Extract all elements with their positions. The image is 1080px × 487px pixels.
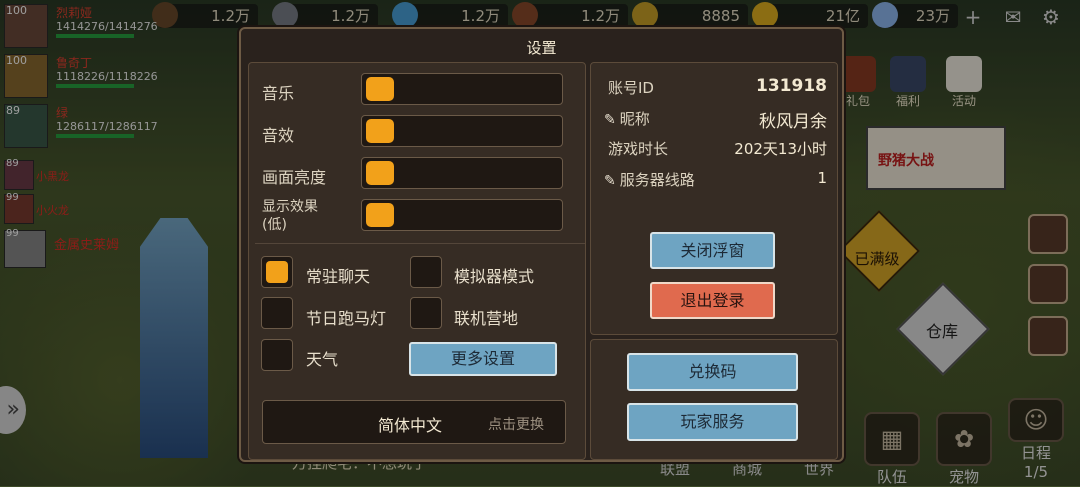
music-label: 音乐	[262, 84, 295, 103]
close-float-button[interactable]: 关闭浮窗	[650, 232, 775, 269]
emulator-mode-label: 模拟器模式	[454, 267, 535, 286]
slider-knob[interactable]	[366, 161, 394, 185]
playtime-value: 202天13小时	[734, 140, 827, 158]
language-change-hint: 点击更换	[488, 417, 544, 433]
persistent-chat-label: 常驻聊天	[306, 267, 371, 286]
dialog-title: 设置	[526, 39, 557, 57]
player-service-button[interactable]: 玩家服务	[627, 403, 798, 441]
slider-knob[interactable]	[366, 203, 394, 227]
slider-knob[interactable]	[366, 119, 394, 143]
redeem-code-button[interactable]: 兑换码	[627, 353, 798, 391]
more-settings-button[interactable]: 更多设置	[409, 342, 557, 376]
nickname-row[interactable]: ✎ 昵称	[604, 108, 650, 129]
sfx-slider[interactable]	[361, 115, 563, 147]
persistent-chat-checkbox[interactable]	[261, 256, 293, 288]
nickname-label: 昵称	[619, 110, 650, 128]
server-row[interactable]: ✎ 服务器线路	[604, 169, 695, 190]
display-effect-label: 显示效果 (低)	[262, 199, 318, 233]
logout-button[interactable]: 退出登录	[650, 282, 775, 319]
edit-pencil-icon[interactable]: ✎	[604, 112, 616, 128]
online-camp-checkbox[interactable]	[410, 297, 442, 329]
display-effect-slider[interactable]	[361, 199, 563, 231]
divider	[255, 243, 585, 244]
server-label: 服务器线路	[619, 171, 695, 189]
account-id-label: 账号ID	[608, 79, 654, 97]
brightness-label: 画面亮度	[262, 168, 327, 187]
festival-marquee-label: 节日跑马灯	[306, 309, 387, 328]
brightness-slider[interactable]	[361, 157, 563, 189]
sfx-label: 音效	[262, 126, 295, 145]
nickname-value: 秋风月余	[759, 112, 827, 132]
playtime-label: 游戏时长	[608, 140, 669, 158]
language-value: 简体中文	[378, 416, 443, 435]
weather-label: 天气	[306, 350, 339, 369]
slider-knob[interactable]	[366, 77, 394, 101]
account-id-value: 131918	[756, 76, 827, 96]
weather-checkbox[interactable]	[261, 339, 293, 371]
emulator-mode-checkbox[interactable]	[410, 256, 442, 288]
festival-marquee-checkbox[interactable]	[261, 297, 293, 329]
server-value: 1	[817, 169, 827, 187]
online-camp-label: 联机营地	[454, 309, 519, 328]
edit-pencil-icon[interactable]: ✎	[604, 173, 616, 189]
music-slider[interactable]	[361, 73, 563, 105]
